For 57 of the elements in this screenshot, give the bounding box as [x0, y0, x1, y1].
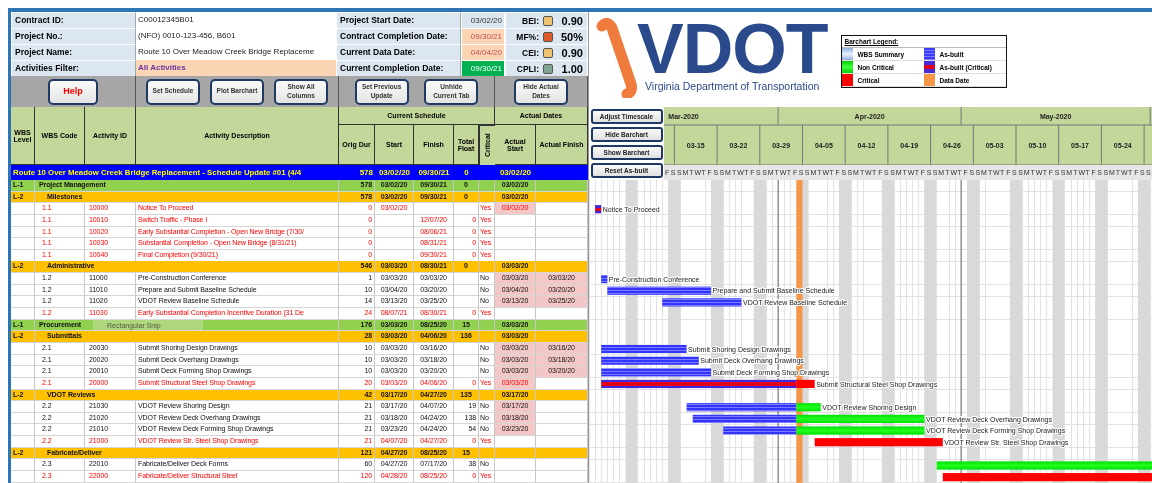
table-cell-text: 03/02/20	[377, 167, 412, 179]
table-cell	[11, 436, 35, 448]
table-cell	[11, 308, 35, 320]
as-built-bar	[601, 275, 608, 284]
table-cell	[536, 203, 588, 215]
table-cell	[536, 180, 588, 192]
legend-swatch	[842, 48, 854, 60]
table-cell	[11, 273, 35, 285]
table-cell	[414, 203, 454, 215]
table-cell	[536, 436, 588, 448]
table-cell	[479, 180, 495, 192]
table-cell	[11, 342, 35, 355]
table-cell	[536, 308, 588, 320]
table-cell	[454, 273, 479, 285]
table-cell	[454, 366, 479, 378]
table-cell-text: 578	[358, 167, 374, 179]
table-cell-text: 09/30/21	[417, 167, 451, 179]
table-cell	[536, 471, 588, 483]
logo-text: VDOT	[637, 18, 828, 80]
legend-swatch	[924, 48, 936, 60]
table-cell	[375, 214, 414, 227]
metric-label: MF%:	[516, 31, 539, 42]
metric-label: BEI:	[522, 15, 539, 26]
table-cell	[536, 377, 588, 390]
help-button[interactable]: Help	[48, 78, 98, 105]
table-cell	[495, 214, 536, 227]
metric-label: CEI:	[522, 47, 539, 58]
table-cell	[11, 401, 35, 413]
critical-bar	[796, 379, 815, 389]
table-cell	[479, 331, 495, 343]
logo-subtitle: Virginia Department of Transportation	[645, 80, 820, 92]
metric-value: 0.90	[560, 46, 583, 59]
table-cell	[11, 203, 35, 215]
table-cell	[11, 377, 35, 390]
table-cell	[536, 401, 588, 413]
table-cell	[536, 331, 588, 343]
table-cell	[11, 214, 35, 227]
non-critical-bar	[796, 403, 821, 412]
metric-value: 50%	[559, 30, 583, 43]
as-built-critical-bar	[595, 205, 602, 214]
legend-swatch	[842, 61, 854, 73]
table-cell	[536, 214, 588, 227]
metric-value: 1.00	[560, 62, 583, 75]
table-cell	[11, 471, 35, 483]
table-cell	[495, 471, 536, 483]
table-cell-text: 03/02/20	[498, 167, 533, 179]
table-cell	[11, 366, 35, 378]
legend-swatch	[924, 61, 936, 73]
table-cell	[454, 342, 479, 355]
metric-value: 0.90	[560, 14, 583, 27]
table-cell-text: 0	[463, 167, 470, 179]
legend-swatch	[924, 74, 936, 86]
table-cell	[495, 436, 536, 448]
metric-label: CPLI:	[516, 63, 539, 74]
table-cell	[495, 308, 536, 320]
table-cell	[454, 203, 479, 215]
legend-swatch	[842, 74, 854, 86]
